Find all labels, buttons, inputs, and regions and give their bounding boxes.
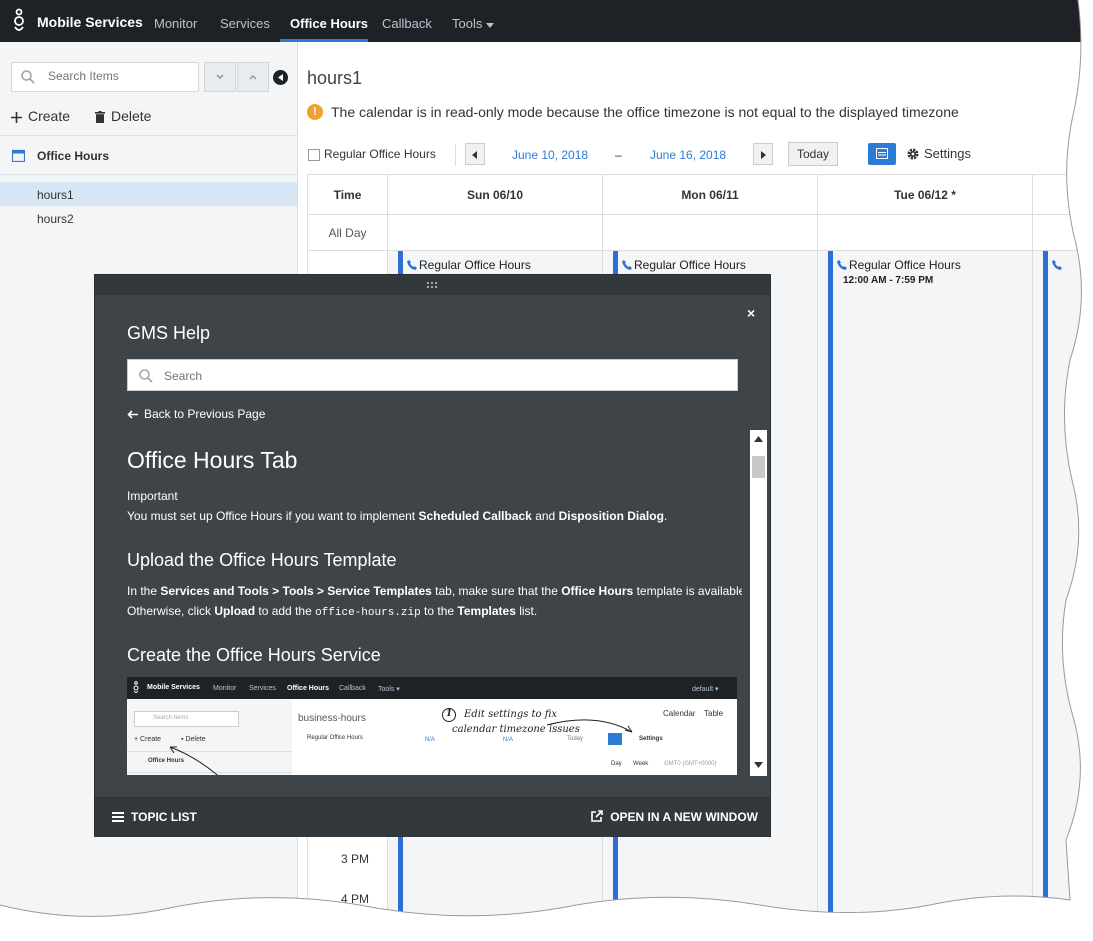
app-window: Mobile Services Monitor Services Office … xyxy=(0,0,1093,941)
torn-edge-overlay xyxy=(0,0,1093,941)
